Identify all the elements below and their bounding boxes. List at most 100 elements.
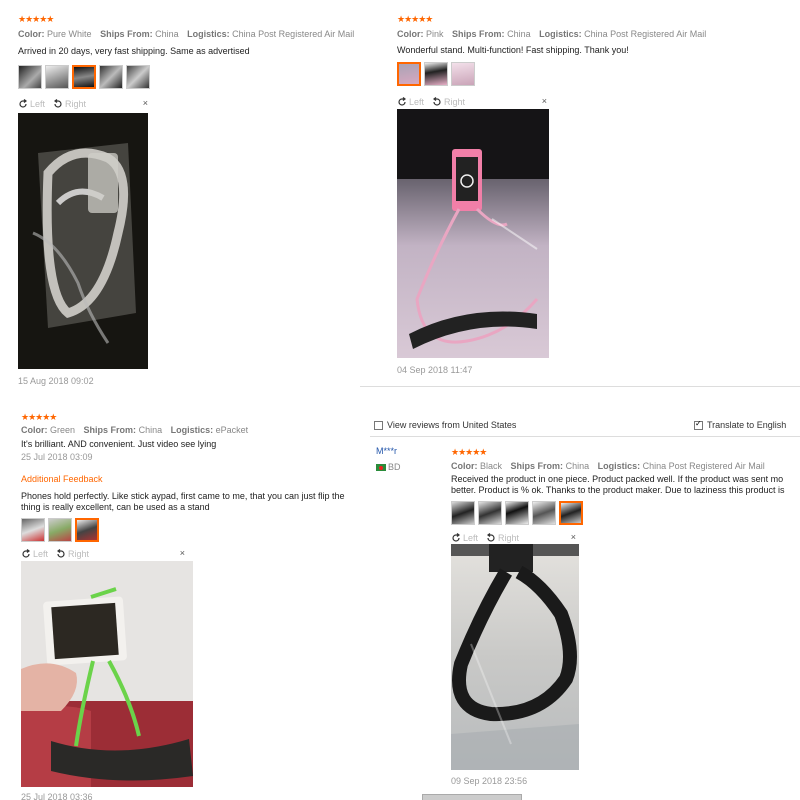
color-value: Black (480, 461, 503, 471)
close-icon[interactable]: × (571, 532, 576, 542)
review-photo (21, 561, 193, 787)
review-text: It's brilliant. AND convenient. Just vid… (21, 439, 217, 449)
review-panel-3: ★★★★★ Color: Green Ships From: China Log… (0, 400, 362, 800)
logistics-value: ePacket (215, 425, 249, 435)
divider (360, 386, 800, 387)
thumbnail-strip (397, 62, 475, 86)
review-thumbnail[interactable] (99, 65, 123, 89)
rotate-left-icon[interactable] (21, 549, 31, 559)
ships-from-value: China (138, 425, 163, 435)
additional-feedback-label: Additional Feedback (21, 474, 103, 484)
review-date: 04 Sep 2018 11:47 (397, 365, 473, 375)
image-viewer-toolbar: Left Right × (18, 98, 148, 110)
rotate-left-label[interactable]: Left (463, 533, 478, 543)
rotate-right-icon[interactable] (432, 97, 442, 107)
review-thumbnail-selected[interactable] (559, 501, 583, 525)
review-thumbnail[interactable] (532, 501, 556, 525)
thumbnail-strip (21, 518, 99, 542)
rotate-right-icon[interactable] (56, 549, 66, 559)
image-viewer-toolbar: Left Right × (397, 96, 547, 108)
review-thumbnail[interactable] (45, 65, 69, 89)
review-photo (18, 113, 148, 369)
review-date: 09 Sep 2018 23:56 (451, 776, 528, 786)
review-thumbnail-selected[interactable] (397, 62, 421, 86)
review-date: 15 Aug 2018 09:02 (18, 376, 94, 386)
ships-from-value: China (155, 29, 179, 39)
review-meta: Color: Black Ships From: China Logistics… (451, 461, 765, 471)
review-meta: Color: Green Ships From: China Logistics… (21, 425, 249, 435)
review-thumbnail[interactable] (18, 65, 42, 89)
ships-from-value: China (507, 29, 531, 39)
review-date: 25 Jul 2018 03:09 (21, 452, 93, 462)
pink-stand-photo (397, 109, 549, 358)
logistics-value: China Post Registered Air Mail (584, 29, 707, 39)
view-us-label[interactable]: View reviews from United States (387, 420, 516, 430)
review-thumbnail[interactable] (126, 65, 150, 89)
additional-feedback-text: thing is really excellent, can be used a… (21, 502, 210, 512)
thumbnail-strip (451, 501, 583, 525)
close-icon[interactable]: × (542, 96, 547, 106)
review-text: Wonderful stand. Multi-function! Fast sh… (397, 45, 629, 55)
load-more-button[interactable] (422, 794, 522, 800)
review-text: Arrived in 20 days, very fast shipping. … (18, 46, 250, 56)
filter-translate[interactable]: Translate to English (694, 419, 786, 431)
rotate-right-label[interactable]: Right (68, 549, 89, 559)
review-panel-4: View reviews from United States Translat… (370, 410, 800, 800)
reviewer-country: BD (376, 462, 401, 472)
review-text: Received the product in one piece. Produ… (451, 474, 784, 484)
rotate-right-label[interactable]: Right (444, 97, 465, 107)
close-icon[interactable]: × (180, 548, 185, 558)
filter-us[interactable]: View reviews from United States (374, 420, 516, 431)
review-thumbnail[interactable] (478, 501, 502, 525)
black-stand-photo (451, 544, 579, 770)
rotate-left-label[interactable]: Left (409, 97, 424, 107)
reviewer-name[interactable]: M***r (376, 446, 397, 456)
review-thumbnail[interactable] (21, 518, 45, 542)
divider (370, 436, 800, 437)
review-thumbnail[interactable] (451, 62, 475, 86)
rating-stars: ★★★★★ (18, 14, 54, 24)
review-thumbnail[interactable] (424, 62, 448, 86)
review-thumbnail-selected[interactable] (75, 518, 99, 542)
review-thumbnail[interactable] (48, 518, 72, 542)
rotate-right-icon[interactable] (486, 533, 496, 543)
review-photo (451, 544, 579, 770)
logistics-value: China Post Registered Air Mail (232, 29, 355, 39)
review-meta: Color: Pink Ships From: China Logistics:… (397, 29, 707, 39)
rotate-right-icon[interactable] (53, 99, 63, 109)
review-photo (397, 109, 549, 358)
rotate-left-label[interactable]: Left (30, 99, 45, 109)
close-icon[interactable]: × (143, 98, 148, 108)
review-meta: Color: Pure White Ships From: China Logi… (18, 29, 355, 39)
review-panel-2: ★★★★★ Color: Pink Ships From: China Logi… (360, 0, 800, 386)
rotate-left-icon[interactable] (397, 97, 407, 107)
additional-feedback-date: 25 Jul 2018 03:36 (21, 792, 93, 800)
rating-stars: ★★★★★ (21, 412, 57, 422)
color-value: Green (50, 425, 76, 435)
rating-stars: ★★★★★ (451, 447, 487, 457)
image-viewer-toolbar: Left Right × (21, 548, 185, 560)
color-value: Pure White (47, 29, 92, 39)
logistics-value: China Post Registered Air Mail (642, 461, 765, 471)
rotate-left-label[interactable]: Left (33, 549, 48, 559)
packaged-stand-photo (18, 113, 148, 369)
translate-checkbox[interactable] (694, 419, 703, 431)
review-thumbnail[interactable] (451, 501, 475, 525)
rotate-left-icon[interactable] (18, 99, 28, 109)
rotate-right-label[interactable]: Right (498, 533, 519, 543)
ships-from-value: China (565, 461, 590, 471)
translate-label[interactable]: Translate to English (707, 420, 786, 430)
review-text: better. Product is % ok. Thanks to the p… (451, 485, 785, 495)
rotate-right-label[interactable]: Right (65, 99, 86, 109)
color-value: Pink (426, 29, 444, 39)
green-stand-photo (21, 561, 193, 787)
view-us-checkbox[interactable] (374, 421, 383, 431)
image-viewer-toolbar: Left Right × (451, 532, 576, 544)
bangladesh-flag-icon (376, 464, 386, 472)
rotate-left-icon[interactable] (451, 533, 461, 543)
review-panel-1: ★★★★★ Color: Pure White Ships From: Chin… (0, 0, 358, 396)
review-thumbnail[interactable] (505, 501, 529, 525)
additional-feedback-text: Phones hold perfectly. Like stick aypad,… (21, 491, 345, 501)
review-thumbnail-selected[interactable] (72, 65, 96, 89)
rating-stars: ★★★★★ (397, 14, 433, 24)
